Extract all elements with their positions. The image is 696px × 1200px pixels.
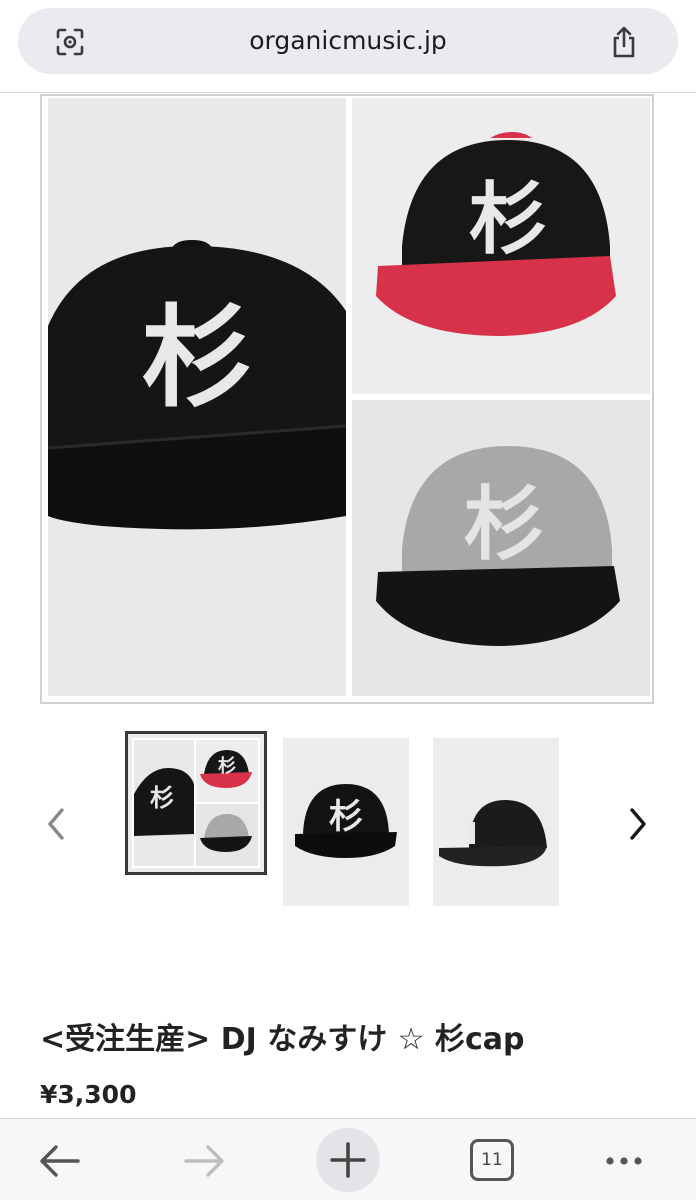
chevron-right-icon[interactable] <box>622 804 652 844</box>
thumbnail-black-side[interactable] <box>433 738 559 906</box>
share-icon[interactable] <box>610 26 638 58</box>
main-product-image[interactable]: 杉 杉 杉 <box>40 94 654 704</box>
product-title: <受注生産> DJ なみすけ ☆ 杉cap <box>40 1022 525 1057</box>
plus-icon <box>330 1142 366 1178</box>
new-tab-button[interactable] <box>316 1128 380 1192</box>
cap-collage: 杉 杉 杉 <box>47 98 650 696</box>
chevron-left-icon[interactable] <box>42 804 72 844</box>
tabs-button[interactable]: 11 <box>470 1139 514 1181</box>
black-cap-large: 杉 <box>47 240 347 530</box>
product-price: ¥3,300 <box>40 1080 137 1109</box>
cap-letter-gray: 杉 <box>464 478 544 571</box>
browser-top-bar: organicmusic.jp <box>0 0 696 93</box>
thumbnail-strip: 杉 杉 杉 <box>0 728 696 918</box>
top-divider <box>0 92 696 93</box>
thumbnail-collage[interactable]: 杉 杉 <box>125 731 267 875</box>
browser-bottom-toolbar: 11 <box>0 1118 696 1200</box>
address-bar[interactable]: organicmusic.jp <box>18 8 678 74</box>
cap-letter-red: 杉 <box>469 175 547 265</box>
svg-text:杉: 杉 <box>150 784 174 812</box>
url-text[interactable]: organicmusic.jp <box>18 8 678 74</box>
forward-arrow-icon[interactable] <box>174 1131 234 1191</box>
svg-text:杉: 杉 <box>218 755 236 777</box>
more-icon[interactable] <box>594 1131 654 1191</box>
back-arrow-icon[interactable] <box>30 1131 90 1191</box>
thumbnail-black-front[interactable]: 杉 <box>283 738 409 906</box>
tab-count: 11 <box>481 1150 503 1170</box>
cap-letter-large: 杉 <box>142 294 252 422</box>
svg-text:杉: 杉 <box>329 797 363 837</box>
